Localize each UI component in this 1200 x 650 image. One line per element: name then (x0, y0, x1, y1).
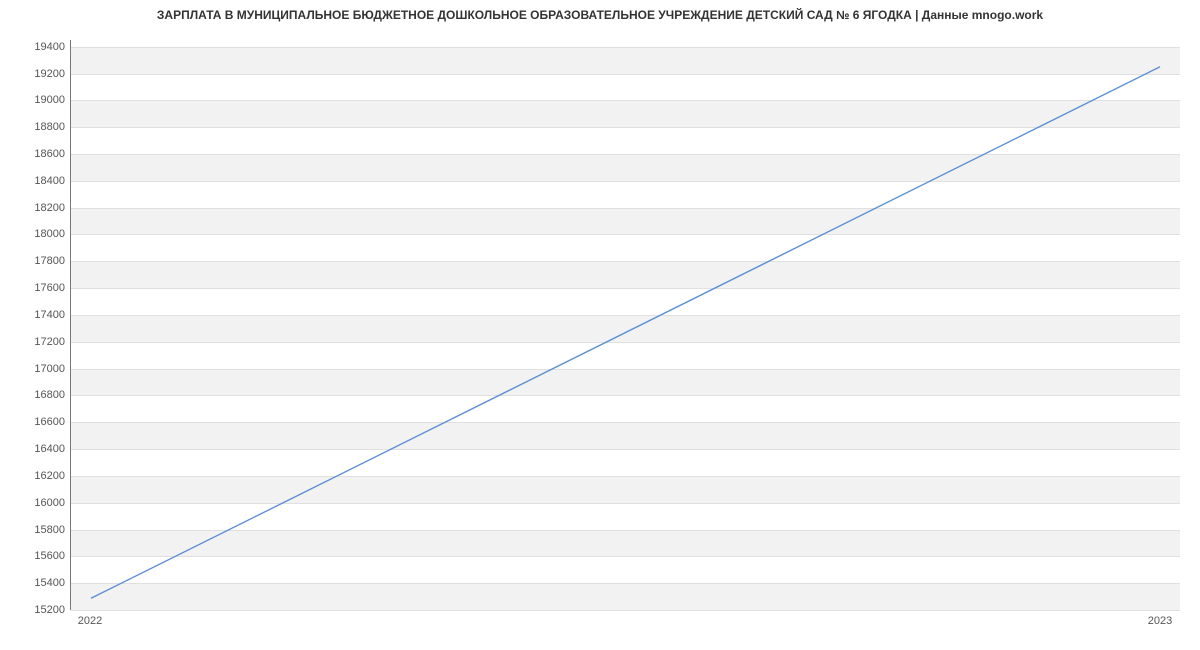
y-tick-label: 19400 (20, 41, 65, 53)
y-tick-label: 18400 (20, 175, 65, 187)
y-tick-label: 18600 (20, 148, 65, 160)
plot-area (70, 40, 1180, 610)
y-tick-label: 18800 (20, 121, 65, 133)
y-tick-label: 16800 (20, 389, 65, 401)
y-tick-label: 18200 (20, 202, 65, 214)
y-tick-label: 15800 (20, 524, 65, 536)
y-tick-label: 17000 (20, 363, 65, 375)
x-tick-label: 2023 (1148, 615, 1172, 627)
series-line (91, 67, 1160, 599)
y-tick-label: 18000 (20, 228, 65, 240)
y-tick-label: 19000 (20, 94, 65, 106)
line-series (71, 40, 1180, 609)
y-tick-label: 16200 (20, 470, 65, 482)
y-tick-label: 17800 (20, 255, 65, 267)
grid-line (71, 610, 1180, 611)
y-tick-label: 15400 (20, 577, 65, 589)
x-tick-label: 2022 (78, 615, 102, 627)
y-tick-label: 19200 (20, 68, 65, 80)
y-tick-label: 15200 (20, 604, 65, 616)
y-tick-label: 17600 (20, 282, 65, 294)
y-tick-label: 16000 (20, 497, 65, 509)
y-tick-label: 17200 (20, 336, 65, 348)
chart-title: ЗАРПЛАТА В МУНИЦИПАЛЬНОЕ БЮДЖЕТНОЕ ДОШКО… (0, 8, 1200, 22)
y-tick-label: 16600 (20, 416, 65, 428)
chart-container: ЗАРПЛАТА В МУНИЦИПАЛЬНОЕ БЮДЖЕТНОЕ ДОШКО… (0, 0, 1200, 650)
y-tick-label: 15600 (20, 550, 65, 562)
y-tick-label: 17400 (20, 309, 65, 321)
y-tick-label: 16400 (20, 443, 65, 455)
